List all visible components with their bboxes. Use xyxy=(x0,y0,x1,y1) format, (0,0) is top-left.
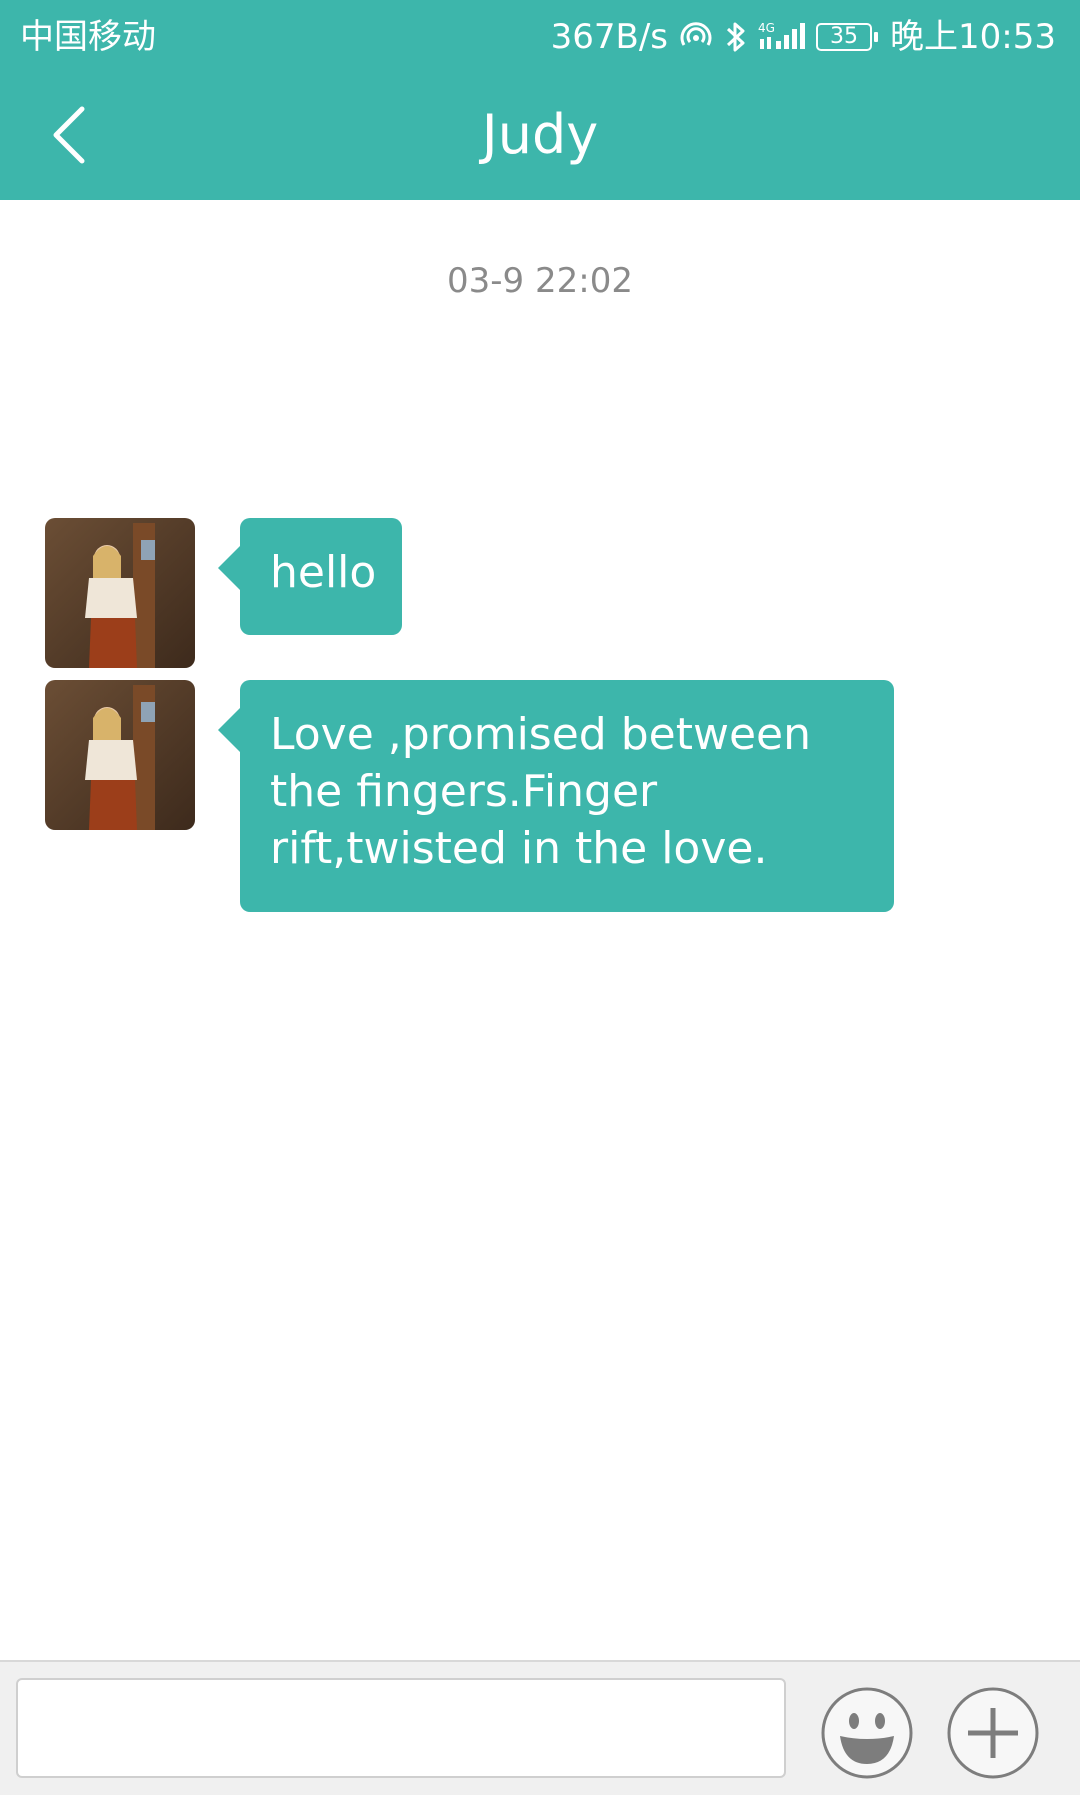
network-type-label: 4G xyxy=(758,21,775,35)
battery-icon: 35 xyxy=(816,23,879,51)
avatar[interactable] xyxy=(45,518,195,668)
hotspot-icon xyxy=(678,19,714,55)
message-bubble[interactable]: hello xyxy=(218,518,402,635)
plus-icon xyxy=(946,1687,1040,1784)
status-time: 晚上10:53 xyxy=(890,17,1056,57)
carrier-name: 中国移动 xyxy=(20,17,156,57)
message-bubble[interactable]: Love ,promised between the fingers.Finge… xyxy=(218,680,894,912)
message-text: Love ,promised between the fingers.Finge… xyxy=(270,709,811,874)
plus-button[interactable] xyxy=(946,1686,1040,1780)
battery-level: 35 xyxy=(830,24,859,49)
chat-area[interactable]: 03-9 22:02 hello Love ,promised between … xyxy=(0,200,1080,1660)
emoji-icon xyxy=(820,1687,914,1784)
signal-icon: 4G xyxy=(758,19,806,55)
header: Judy xyxy=(0,75,1080,200)
input-bar xyxy=(0,1660,1080,1795)
status-icons: 367B/s 4G 35 晚上10:53 xyxy=(551,14,1056,60)
status-bar: 中国移动 367B/s 4G 35 晚上10:53 xyxy=(0,0,1080,75)
page-title: Judy xyxy=(481,103,599,166)
network-speed: 367B/s xyxy=(550,17,669,57)
message-text: hello xyxy=(270,547,377,598)
message-input[interactable] xyxy=(16,1678,786,1778)
message-timestamp: 03-9 22:02 xyxy=(447,261,633,301)
bluetooth-icon xyxy=(724,19,748,55)
emoji-button[interactable] xyxy=(820,1686,914,1780)
avatar[interactable] xyxy=(45,680,195,830)
